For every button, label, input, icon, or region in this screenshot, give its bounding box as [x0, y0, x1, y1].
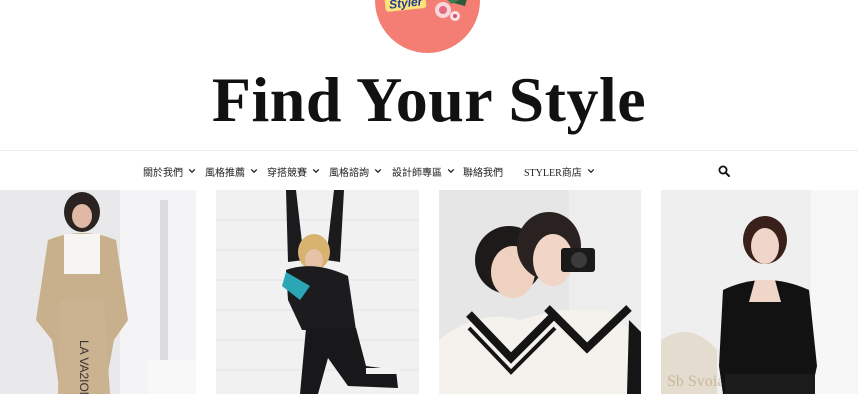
nav-item-style-consult[interactable]: 風格諮詢 — [329, 162, 382, 180]
chevron-down-icon — [374, 168, 382, 174]
photo-illustration — [439, 190, 641, 394]
gallery-image-beige-set[interactable]: LA VA2IONE — [0, 190, 196, 394]
svg-text:Sb Svoia: Sb Svoia — [667, 373, 724, 390]
nav-item-about[interactable]: 關於我們 — [143, 162, 196, 180]
nav-item-label: 關於我們 — [143, 167, 183, 179]
chevron-down-icon — [312, 168, 320, 174]
nav-item-label: STYLER商店 — [524, 167, 582, 179]
search-icon[interactable] — [718, 165, 730, 177]
nav-item-label: 風格推薦 — [205, 167, 245, 179]
nav-item-contact[interactable]: 聯絡我們 — [463, 162, 503, 180]
site-logo[interactable]: Styler — [375, 0, 480, 53]
logo-badge-text: Styler — [384, 0, 427, 13]
nav-item-designer-zone[interactable]: 設計師專區 — [392, 162, 455, 180]
nav-item-style-recommend[interactable]: 風格推薦 — [205, 162, 258, 180]
photo-illustration: Sb Svoia — [661, 190, 858, 394]
chevron-down-icon — [447, 168, 455, 174]
flower-illustration — [435, 0, 467, 21]
chevron-down-icon — [250, 168, 258, 174]
gallery-image-black-top[interactable]: Sb Svoia — [661, 190, 858, 394]
nav-item-label: 設計師專區 — [392, 167, 442, 179]
gallery-image-black-tracksuit[interactable] — [216, 190, 419, 394]
photo-illustration — [216, 190, 419, 394]
chevron-down-icon — [188, 168, 196, 174]
nav-item-label: 穿搭競賽 — [267, 167, 307, 179]
nav-item-label: 聯絡我們 — [463, 167, 503, 179]
nav-item-outfit-contest[interactable]: 穿搭競賽 — [267, 162, 320, 180]
nav-divider — [0, 150, 858, 151]
photo-illustration: LA VA2IONE — [0, 190, 196, 394]
svg-text:LA VA2IONE: LA VA2IONE — [77, 340, 91, 394]
site-title[interactable]: Find Your Style — [0, 60, 858, 140]
nav-item-shop[interactable]: STYLER商店 — [524, 162, 595, 180]
nav-item-label: 風格諮詢 — [329, 167, 369, 179]
chevron-down-icon — [587, 168, 595, 174]
gallery-image-knit-sweaters[interactable] — [439, 190, 641, 394]
